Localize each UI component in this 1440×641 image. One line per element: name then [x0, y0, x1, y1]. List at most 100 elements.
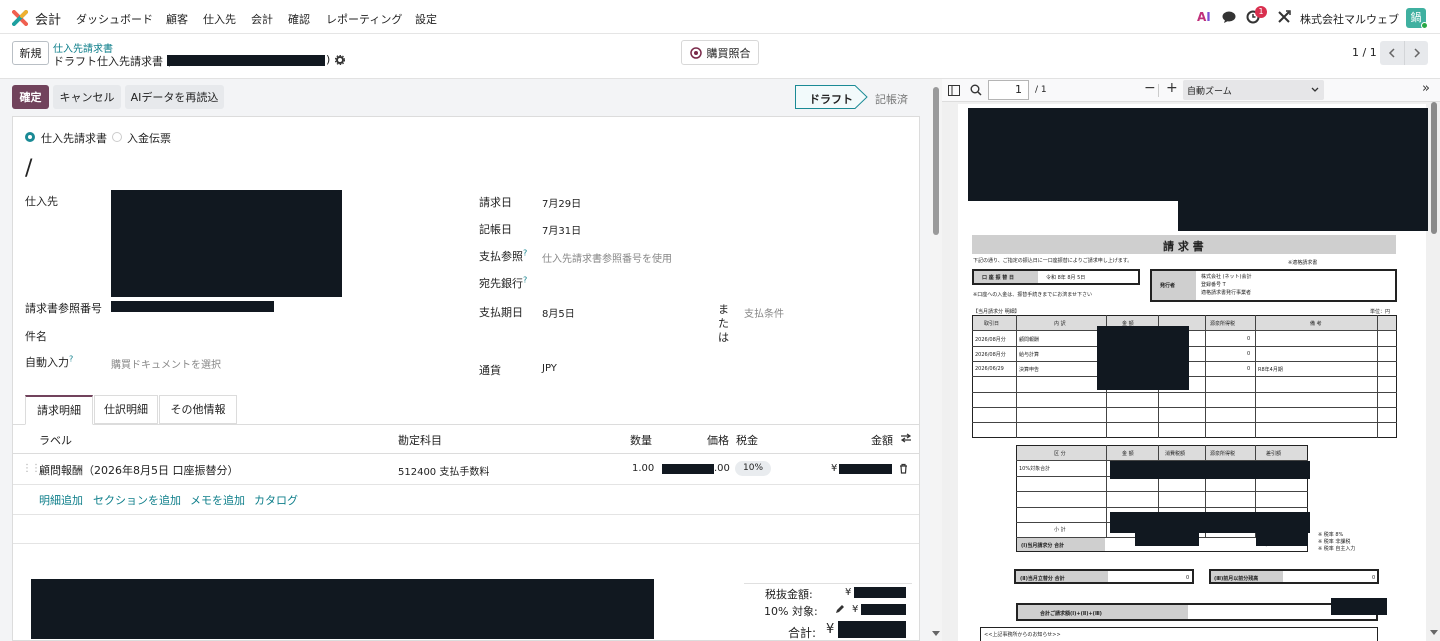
- stage-draft[interactable]: ドラフト: [795, 85, 868, 109]
- total-currency: ¥: [826, 622, 835, 637]
- tools-menu-icon[interactable]: »: [1422, 81, 1430, 96]
- tab-journal-items[interactable]: 仕訳明細: [94, 395, 158, 424]
- purchase-matching-button[interactable]: 購買照合: [681, 40, 759, 65]
- menu-review[interactable]: 確認: [288, 11, 310, 27]
- vendor-field-redaction[interactable]: [111, 190, 342, 297]
- zoom-select[interactable]: 自動ズーム: [1183, 80, 1324, 100]
- pdf-scrollbar-thumb[interactable]: [1431, 102, 1437, 234]
- form-view: 確定 キャンセル AIデータを再読込 ドラフト 記帳済 仕入先請求書 入金伝票 …: [0, 79, 930, 641]
- drag-handle-icon[interactable]: ⋮⋮: [22, 463, 41, 474]
- debug-tools-icon[interactable]: [1277, 10, 1291, 24]
- page-number-input[interactable]: 1: [988, 80, 1029, 100]
- radio-vendor-bill-label[interactable]: 仕入先請求書: [41, 130, 107, 146]
- radio-refund-label[interactable]: 入金伝票: [127, 130, 171, 146]
- column-toggle-icon[interactable]: [900, 433, 912, 443]
- grand-total-redaction: [1331, 598, 1387, 615]
- app-name[interactable]: 会計: [35, 9, 61, 28]
- menu-reporting[interactable]: レポーティング: [326, 11, 402, 27]
- transfer-note: ※口座への入金は、振替手続きまでにお済ませ下さい: [973, 292, 1093, 298]
- radio-refund[interactable]: [112, 132, 122, 142]
- detail-header: 取引日: [984, 321, 1000, 327]
- stage-posted[interactable]: 記帳済: [875, 91, 908, 107]
- scroll-down-icon[interactable]: [932, 631, 940, 637]
- scrollbar-thumb[interactable]: [933, 87, 939, 235]
- sidebar-toggle-icon[interactable]: [948, 85, 960, 96]
- detail-header: 内 訳: [1054, 321, 1066, 327]
- stage-draft-label: ドラフト: [809, 93, 853, 106]
- detail-section-label: 【当月請求分 明細】: [973, 309, 1020, 315]
- pencil-icon[interactable]: [835, 604, 845, 614]
- search-icon[interactable]: [970, 84, 982, 96]
- terms-redaction[interactable]: [31, 579, 654, 639]
- pdf-scrollbar[interactable]: [1428, 102, 1440, 641]
- chat-icon[interactable]: [1222, 11, 1236, 23]
- currency-field[interactable]: JPY: [542, 363, 557, 374]
- gear-icon[interactable]: [335, 55, 345, 65]
- add-section-link[interactable]: セクションを追加: [93, 492, 181, 508]
- accounting-date-field[interactable]: 7月31日: [542, 222, 581, 237]
- trash-icon[interactable]: [899, 463, 908, 474]
- line-label[interactable]: 顧問報酬（2026年8月5日 口座振替分）: [39, 462, 239, 478]
- pager-next-button[interactable]: [1404, 41, 1428, 65]
- tax-badge[interactable]: 10%: [735, 461, 772, 476]
- payment-terms-input[interactable]: 支払条件: [744, 305, 784, 320]
- presence-dot: [1421, 22, 1428, 29]
- menu-vendors[interactable]: 仕入先: [203, 11, 236, 27]
- summary-header: 消費税額: [1165, 451, 1186, 457]
- row-divider: [13, 543, 919, 544]
- bill-reference-redaction[interactable]: [111, 301, 274, 312]
- transfer-date-value: 令和 8年 8月 5日: [1046, 275, 1086, 281]
- summary-header: 源泉所得税: [1210, 451, 1236, 457]
- reload-ai-data-button[interactable]: AIデータを再読込: [125, 85, 224, 109]
- form-scrollbar[interactable]: [930, 79, 942, 641]
- menu-dashboard[interactable]: ダッシュボード: [76, 11, 153, 27]
- radio-vendor-bill[interactable]: [25, 132, 35, 142]
- detail-row-item: 顧問報酬: [1019, 337, 1040, 343]
- accounting-app-icon[interactable]: [12, 10, 28, 26]
- ai-icon[interactable]: AI: [1197, 10, 1211, 24]
- cancel-button[interactable]: キャンセル: [53, 85, 121, 109]
- payment-reference-input[interactable]: 仕入先請求書参照番号を使用: [542, 250, 672, 265]
- advance-label: (Ⅱ)当月立替分 合計: [1020, 576, 1065, 582]
- col-account[interactable]: 勘定科目: [398, 432, 442, 448]
- line-price-redaction[interactable]: [662, 464, 714, 474]
- line-account[interactable]: 512400 支払手数料: [398, 463, 489, 478]
- detail-table-col: [1377, 315, 1378, 438]
- col-label[interactable]: ラベル: [39, 432, 72, 448]
- add-note-link[interactable]: メモを追加: [190, 492, 245, 508]
- menu-customers[interactable]: 顧客: [166, 11, 188, 27]
- table-row[interactable]: ⋮⋮ 顧問報酬（2026年8月5日 口座振替分） 512400 支払手数料 1.…: [13, 454, 919, 484]
- add-line-link[interactable]: 明細追加: [39, 492, 83, 508]
- doc-intro: 下記の通り、ご指定の振込日に一口座振替によりご請求申し上げます。: [973, 258, 1133, 264]
- detail-table-line: [972, 422, 1397, 423]
- tab-invoice-lines[interactable]: 請求明細: [25, 395, 93, 425]
- detail-row-note: R8年4月期: [1258, 367, 1283, 373]
- menu-settings[interactable]: 設定: [415, 11, 437, 27]
- catalog-link[interactable]: カタログ: [254, 492, 298, 508]
- untaxed-currency: ¥: [845, 587, 852, 598]
- col-price[interactable]: 価格: [707, 432, 729, 448]
- pdf-scroll-down-icon[interactable]: [1430, 630, 1438, 636]
- line-quantity[interactable]: 1.00: [632, 463, 654, 474]
- zoom-in-icon[interactable]: +: [1166, 80, 1178, 96]
- tab-other-info[interactable]: その他情報: [159, 395, 237, 424]
- activity-badge: 1: [1255, 6, 1267, 18]
- pager-value[interactable]: 1 / 1: [1352, 46, 1377, 59]
- due-date-label: 支払期日: [479, 306, 523, 319]
- line-price-suffix: .00: [714, 463, 730, 474]
- menu-accounting[interactable]: 会計: [251, 11, 273, 27]
- auto-complete-input[interactable]: 購買ドキュメントを選択: [111, 356, 221, 371]
- col-tax[interactable]: 税金: [736, 432, 758, 448]
- confirm-button[interactable]: 確定: [12, 85, 49, 109]
- recipient-bank-label: 宛先銀行?: [479, 275, 528, 290]
- col-quantity[interactable]: 数量: [630, 432, 652, 448]
- invoice-date-field[interactable]: 7月29日: [542, 195, 581, 210]
- company-switcher[interactable]: 株式会社マルウェブ: [1300, 11, 1399, 27]
- zoom-out-icon[interactable]: −: [1144, 80, 1156, 96]
- due-date-field[interactable]: 8月5日: [542, 305, 575, 320]
- pager-previous-button[interactable]: [1380, 41, 1404, 65]
- new-button[interactable]: 新規: [12, 41, 49, 65]
- col-amount[interactable]: 金額: [871, 432, 893, 448]
- detail-table-col: [1255, 315, 1256, 438]
- summary-line: [1016, 491, 1308, 492]
